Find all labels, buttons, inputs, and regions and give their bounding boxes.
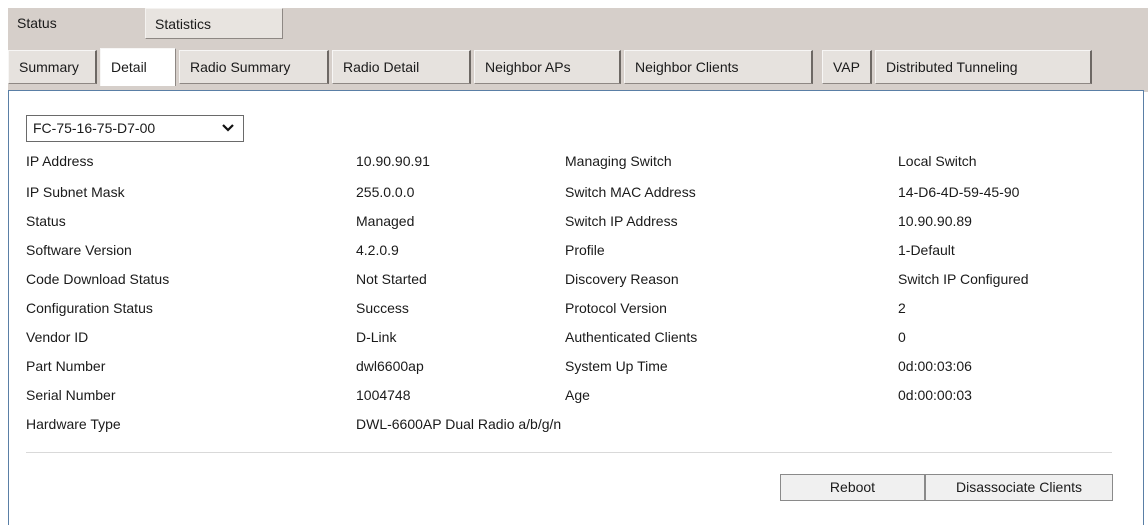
divider xyxy=(26,452,1112,453)
top-tab-bar: Status Statistics xyxy=(8,8,1148,42)
value-hardware-type: DWL-6600AP Dual Radio a/b/g/n xyxy=(356,416,562,432)
value-switch-mac-address: 14-D6-4D-59-45-90 xyxy=(898,184,1020,200)
value-ip-address: 10.90.90.91 xyxy=(356,153,430,169)
value-code-download-status: Not Started xyxy=(356,271,427,287)
label-ip-subnet-mask: IP Subnet Mask xyxy=(26,184,125,200)
label-protocol-version: Protocol Version xyxy=(565,300,667,316)
value-profile: 1-Default xyxy=(898,242,955,258)
value-status: Managed xyxy=(356,213,415,229)
tab-statistics[interactable]: Statistics xyxy=(145,8,283,39)
label-switch-ip-address: Switch IP Address xyxy=(565,213,678,229)
tab-vap[interactable]: VAP xyxy=(822,50,872,84)
label-ip-address: IP Address xyxy=(26,153,94,169)
value-protocol-version: 2 xyxy=(898,300,906,316)
tab-distributed-tunneling[interactable]: Distributed Tunneling xyxy=(875,50,1092,84)
chevron-down-icon xyxy=(221,118,235,146)
label-system-up-time: System Up Time xyxy=(565,358,668,374)
disassociate-clients-button[interactable]: Disassociate Clients xyxy=(925,474,1113,501)
value-system-up-time: 0d:00:03:06 xyxy=(898,358,972,374)
label-software-version: Software Version xyxy=(26,242,132,258)
ap-mac-select-value: FC-75-16-75-D7-00 xyxy=(33,120,156,136)
label-profile: Profile xyxy=(565,242,605,258)
value-part-number: dwl6600ap xyxy=(356,358,424,374)
tab-detail[interactable]: Detail xyxy=(100,48,176,86)
value-discovery-reason: Switch IP Configured xyxy=(898,271,1029,287)
label-managing-switch: Managing Switch xyxy=(565,153,672,169)
value-vendor-id: D-Link xyxy=(356,329,397,345)
tab-summary[interactable]: Summary xyxy=(8,50,97,84)
ap-mac-select[interactable]: FC-75-16-75-D7-00 xyxy=(26,115,244,142)
label-discovery-reason: Discovery Reason xyxy=(565,271,679,287)
value-age: 0d:00:00:03 xyxy=(898,387,972,403)
label-vendor-id: Vendor ID xyxy=(26,329,89,345)
detail-panel: FC-75-16-75-D7-00 IP Address 10.90.90.91… xyxy=(8,90,1144,525)
label-serial-number: Serial Number xyxy=(26,387,116,403)
value-ip-subnet-mask: 255.0.0.0 xyxy=(356,184,415,200)
label-hardware-type: Hardware Type xyxy=(26,416,121,432)
label-status: Status xyxy=(26,213,66,229)
tab-neighbor-aps[interactable]: Neighbor APs xyxy=(474,50,621,84)
tab-radio-summary[interactable]: Radio Summary xyxy=(179,50,329,84)
value-managing-switch: Local Switch xyxy=(898,153,977,169)
value-serial-number: 1004748 xyxy=(356,387,411,403)
tab-status[interactable]: Status xyxy=(8,8,136,39)
tab-neighbor-clients[interactable]: Neighbor Clients xyxy=(624,50,813,84)
label-part-number: Part Number xyxy=(26,358,106,374)
label-switch-mac-address: Switch MAC Address xyxy=(565,184,696,200)
label-age: Age xyxy=(565,387,590,403)
label-code-download-status: Code Download Status xyxy=(26,271,170,287)
value-configuration-status: Success xyxy=(356,300,409,316)
value-authenticated-clients: 0 xyxy=(898,329,906,345)
reboot-button[interactable]: Reboot xyxy=(780,474,925,501)
value-switch-ip-address: 10.90.90.89 xyxy=(898,213,972,229)
sub-tab-bar: Summary Detail Radio Summary Radio Detai… xyxy=(8,42,1148,92)
label-authenticated-clients: Authenticated Clients xyxy=(565,329,698,345)
tab-radio-detail[interactable]: Radio Detail xyxy=(332,50,471,84)
label-configuration-status: Configuration Status xyxy=(26,300,153,316)
value-software-version: 4.2.0.9 xyxy=(356,242,399,258)
